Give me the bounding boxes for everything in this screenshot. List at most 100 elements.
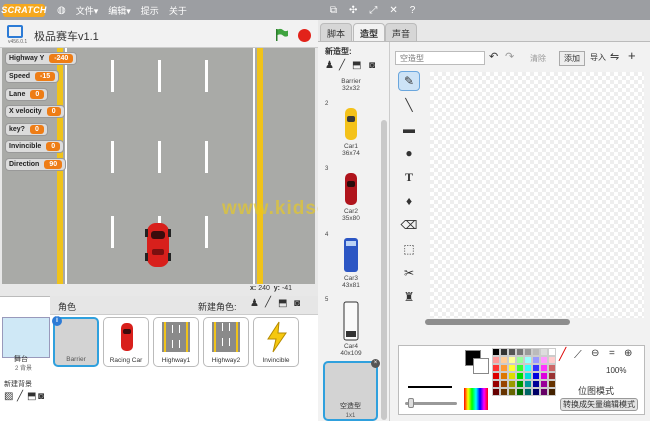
camera-icon[interactable]: ◙ [294, 298, 300, 309]
text-tool-icon[interactable]: T [398, 167, 420, 187]
racing-car-sprite[interactable] [145, 219, 171, 271]
rectangle-tool-icon[interactable]: ▬ [398, 119, 420, 139]
color-swatch[interactable] [524, 356, 532, 364]
delete-costume-icon[interactable]: × [371, 359, 380, 368]
project-title[interactable]: 极品赛车v1.1 [34, 28, 99, 44]
color-swatch[interactable] [540, 380, 548, 388]
color-swatch[interactable] [532, 364, 540, 372]
paint-canvas[interactable] [430, 72, 644, 318]
add-button[interactable]: 添加 [559, 51, 585, 66]
fill-tool-icon[interactable]: ♦ [398, 191, 420, 211]
import-button[interactable]: 导入 [590, 52, 606, 63]
flip-icon[interactable]: ⇋ [610, 50, 619, 63]
menu-tips[interactable]: 提示 [141, 4, 159, 17]
convert-to-vector-button[interactable]: 转换成矢量编辑模式 [560, 398, 638, 411]
color-swatch[interactable] [492, 364, 500, 372]
costume-item-car2[interactable]: 3 Car2 35x80 [323, 166, 379, 230]
undo-icon[interactable]: ↶ [489, 50, 498, 63]
camera-backdrop-icon[interactable]: ◙ [38, 391, 44, 402]
remove-background-icon[interactable]: ✂ [398, 263, 420, 283]
canvas-scrollbar[interactable] [425, 319, 570, 325]
color-swatch[interactable] [500, 388, 508, 396]
shrink-icon[interactable]: ✕ [389, 5, 397, 16]
color-swatch[interactable] [524, 372, 532, 380]
color-swatch[interactable] [492, 388, 500, 396]
color-swatch[interactable] [492, 372, 500, 380]
menu-about[interactable]: 关于 [169, 4, 187, 17]
menu-edit[interactable]: 编辑▾ [108, 4, 131, 17]
color-swatch[interactable] [516, 348, 524, 356]
color-swatch[interactable] [540, 356, 548, 364]
color-swatch[interactable] [500, 356, 508, 364]
color-swatch[interactable] [508, 356, 516, 364]
color-swatch[interactable] [524, 388, 532, 396]
upload-costume-icon[interactable]: ⬒ [352, 60, 361, 71]
delete-icon[interactable]: ✣ [349, 5, 357, 16]
eyedropper-icon[interactable]: ⟋ [574, 349, 582, 362]
costume-item-selected[interactable]: × 空造型 1x1 [323, 359, 380, 421]
clear-button[interactable]: 清除 [530, 53, 546, 64]
color-swatch[interactable] [548, 364, 556, 372]
grow-icon[interactable]: ⤢ [369, 5, 377, 16]
color-swatch[interactable] [524, 348, 532, 356]
color-spectrum[interactable] [464, 388, 488, 410]
monitor-highway-y[interactable]: Highway Y -240 [5, 52, 78, 65]
costume-item-car1[interactable]: 2 Car1 36x74 [323, 101, 379, 161]
select-tool-icon[interactable]: ⬚ [398, 239, 420, 259]
ellipse-tool-icon[interactable]: ● [398, 143, 420, 163]
color-swatch[interactable] [540, 388, 548, 396]
menu-file[interactable]: 文件▾ [76, 4, 99, 17]
line-tool-icon[interactable]: ╲ [398, 95, 420, 115]
color-swatch[interactable] [540, 364, 548, 372]
zoom-out-icon[interactable]: ⊖ [591, 348, 599, 359]
color-swatch[interactable] [532, 380, 540, 388]
no-color-icon[interactable]: ╱ [559, 347, 566, 361]
costume-item-barrier[interactable]: Barrier 32x32 [323, 78, 379, 92]
color-swatch[interactable] [540, 372, 548, 380]
color-swatch[interactable] [508, 348, 516, 356]
sprite-thumb-barrier[interactable]: i Barrier [52, 316, 99, 367]
sprite-thumb-invincible[interactable]: Invincible [253, 317, 299, 367]
sprite-library-icon[interactable]: ♟ [250, 298, 259, 309]
fullscreen-icon[interactable] [7, 25, 23, 38]
color-swatch[interactable] [548, 388, 556, 396]
paint-costume-icon[interactable]: ╱ [339, 60, 345, 71]
color-swatch[interactable] [508, 388, 516, 396]
info-icon[interactable]: i [52, 316, 62, 326]
color-swatch[interactable] [492, 380, 500, 388]
green-flag-icon[interactable] [275, 28, 289, 42]
tab-costumes[interactable]: 造型 [353, 23, 386, 41]
color-swatch[interactable] [532, 388, 540, 396]
color-swatch[interactable] [500, 364, 508, 372]
stamp-tool-icon[interactable]: ♜ [398, 287, 420, 307]
tab-scripts[interactable]: 脚本 [320, 23, 353, 41]
paint-backdrop-icon[interactable]: ╱ [17, 391, 23, 402]
stage[interactable]: Highway Y -240 Speed -15 Lane 0 X velocity 0… [2, 48, 315, 284]
color-swatch[interactable] [532, 356, 540, 364]
monitor-speed[interactable]: Speed -15 [5, 70, 60, 83]
eraser-tool-icon[interactable]: ⌫ [398, 215, 420, 235]
color-swatch[interactable] [532, 372, 540, 380]
stop-button[interactable] [298, 29, 311, 42]
upload-sprite-icon[interactable]: ⬒ [278, 298, 287, 309]
color-swatch[interactable] [500, 348, 508, 356]
sprite-thumb-highway2[interactable]: Highway2 [203, 317, 249, 367]
set-center-icon[interactable]: + [628, 48, 636, 63]
sprite-thumb-highway1[interactable]: Highway1 [153, 317, 199, 367]
globe-icon[interactable]: ◍ [57, 5, 66, 16]
monitor-key[interactable]: key? 0 [5, 123, 48, 136]
color-swatch[interactable] [532, 348, 540, 356]
help-icon[interactable]: ? [410, 5, 416, 16]
costume-name-input[interactable] [395, 51, 485, 65]
monitor-x-velocity[interactable]: X velocity 0 [5, 105, 65, 118]
scratch-logo[interactable]: SCRATCH [1, 3, 46, 17]
color-swatch[interactable] [516, 356, 524, 364]
color-swatch[interactable] [540, 348, 548, 356]
monitor-invincible[interactable]: Invincible 0 [5, 140, 65, 153]
costume-library-icon[interactable]: ♟ [325, 60, 334, 71]
color-swatch[interactable] [524, 380, 532, 388]
color-swatch[interactable] [516, 380, 524, 388]
upload-backdrop-icon[interactable]: ⬒ [27, 391, 36, 402]
costume-item-car4[interactable]: 5 Car4 40x109 [323, 297, 379, 359]
slider-handle[interactable] [408, 398, 414, 408]
